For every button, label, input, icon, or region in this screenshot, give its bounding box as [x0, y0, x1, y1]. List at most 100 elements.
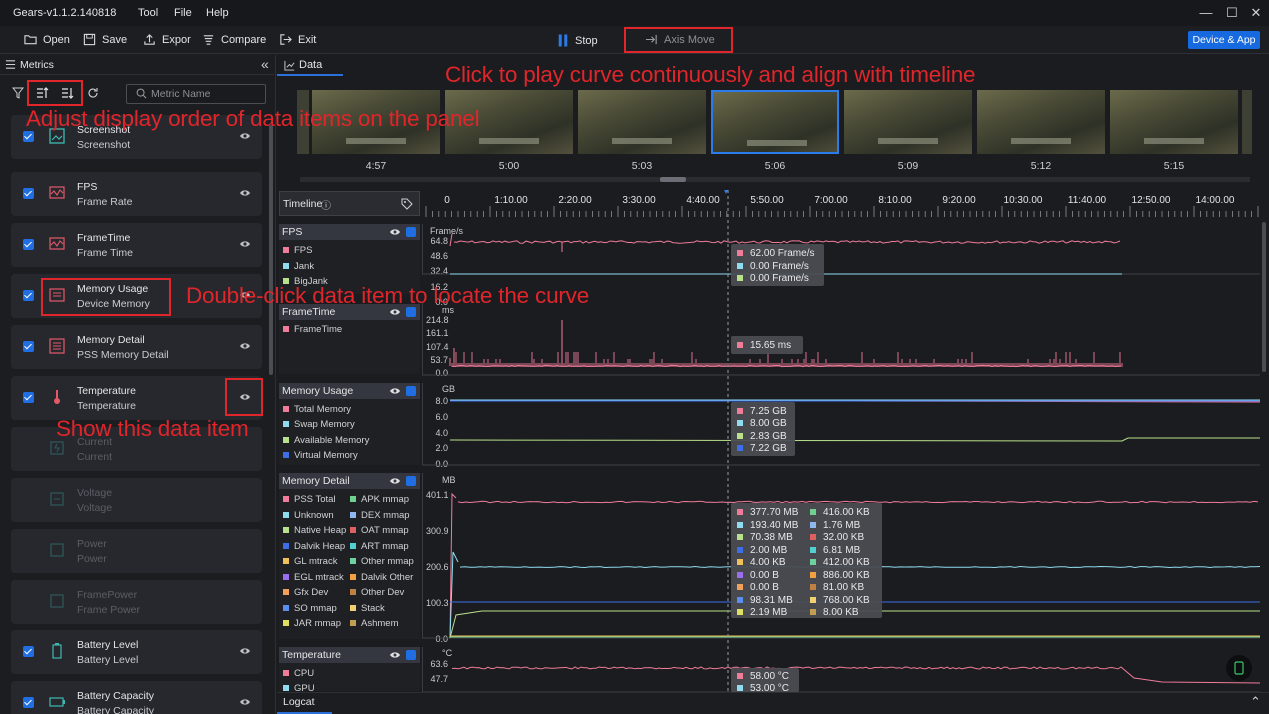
export-button[interactable]: Expor	[143, 33, 191, 46]
compare-icon	[203, 35, 214, 45]
panel-checkbox[interactable]	[406, 476, 416, 486]
memory-detail-legend-item: Stack	[350, 603, 385, 614]
memory-usage-panel-title: Memory Usage	[282, 385, 354, 397]
maximize-icon[interactable]: ☐	[1225, 5, 1239, 21]
panel-checkbox[interactable]	[406, 650, 416, 660]
screenshot-thumb[interactable]	[578, 90, 706, 154]
memory-detail-tooltip-row: 1.76 MB	[810, 520, 860, 531]
eye-icon[interactable]	[239, 187, 251, 199]
battery-capacity-icon	[49, 697, 65, 707]
metric-desc: Screenshot	[77, 139, 131, 151]
memory-detail-tooltip-row: 32.00 KB	[810, 532, 864, 543]
memory-detail-tooltip-row: 377.70 MB	[737, 507, 798, 518]
eye-icon[interactable]	[239, 340, 251, 352]
metric-card-frametime[interactable]: FrameTime Frame Time	[11, 223, 262, 267]
exit-button[interactable]: Exit	[279, 33, 316, 46]
screenshot-thumb[interactable]	[844, 90, 972, 154]
expand-up-icon[interactable]: ⌃	[1250, 694, 1261, 710]
eye-icon[interactable]	[389, 476, 401, 486]
open-button[interactable]: Open	[24, 33, 70, 46]
panel-checkbox[interactable]	[406, 386, 416, 396]
metric-card-framepower[interactable]: FramePower Frame Power	[11, 580, 262, 624]
eye-icon[interactable]	[389, 650, 401, 660]
metric-name: FrameTime	[77, 232, 131, 244]
metric-name: Memory Detail	[77, 334, 145, 346]
device-app-button[interactable]: Device & App	[1188, 31, 1260, 49]
export-icon	[144, 34, 155, 45]
compare-button[interactable]: Compare	[202, 33, 266, 46]
memory-detail-tooltip-row: 6.81 MB	[810, 545, 860, 556]
minimize-icon[interactable]: —	[1199, 5, 1213, 20]
screenshot-thumb[interactable]	[977, 90, 1105, 154]
metric-card-voltage[interactable]: Voltage Voltage	[11, 478, 262, 522]
annotation-order: Adjust display order of data items on th…	[26, 106, 480, 131]
device-float-button[interactable]	[1226, 655, 1252, 681]
tab-logcat[interactable]: Logcat	[283, 696, 315, 708]
screenshot-thumb-selected[interactable]	[711, 90, 839, 154]
menu-tool[interactable]: Tool	[138, 7, 158, 19]
menu-file[interactable]: File	[174, 7, 192, 19]
metric-checkbox[interactable]	[23, 188, 34, 199]
pause-icon	[558, 34, 568, 47]
screenshot-time: 4:57	[365, 160, 387, 172]
save-label: Save	[102, 33, 128, 46]
metric-name: Power	[77, 538, 107, 550]
memory-detail-legend-item: SO mmap	[283, 603, 337, 614]
metric-checkbox[interactable]	[23, 646, 34, 657]
metric-card-battery-capacity[interactable]: Battery Capacity Battery Capacity	[11, 681, 262, 714]
metric-checkbox[interactable]	[23, 131, 34, 142]
phone-icon	[1234, 661, 1244, 675]
collapse-sidebar-icon[interactable]: «	[261, 56, 269, 72]
memory-detail-legend-item: DEX mmap	[350, 510, 410, 521]
memory-detail-tooltip-row: 416.00 KB	[810, 507, 870, 518]
memory-detail-legend-item: Unknown	[283, 510, 334, 521]
tag-icon[interactable]	[401, 198, 413, 210]
fps-tooltip-row: 0.00 Frame/s	[737, 261, 809, 272]
eye-icon[interactable]	[239, 696, 251, 708]
metric-name: Battery Level	[77, 639, 139, 651]
memory-detail-tooltip-row: 193.40 MB	[737, 520, 798, 531]
metric-search-input[interactable]: Metric Name	[126, 84, 266, 104]
metric-checkbox[interactable]	[23, 341, 34, 352]
metric-checkbox[interactable]	[23, 392, 34, 403]
metric-checkbox[interactable]	[23, 697, 34, 708]
memory-detail-tooltip-row: 81.00 KB	[810, 582, 864, 593]
screenshot-thumb[interactable]	[1110, 90, 1238, 154]
screenshot-scrollbar-thumb[interactable]	[660, 177, 686, 182]
memory-detail-tooltip-row: 412.00 KB	[810, 557, 870, 568]
refresh-icon[interactable]	[87, 87, 99, 99]
info-icon[interactable]: ⓘ	[321, 197, 331, 212]
sidebar-title: Metrics	[20, 59, 54, 71]
stop-button[interactable]: Stop	[557, 33, 598, 48]
panel-checkbox[interactable]	[406, 227, 416, 237]
save-button[interactable]: Save	[83, 33, 127, 46]
screenshot-scrollbar-track[interactable]	[300, 177, 1250, 182]
metric-checkbox[interactable]	[23, 290, 34, 301]
metric-card-power[interactable]: Power Power	[11, 529, 262, 573]
legend-frametime: FrameTime	[283, 324, 342, 335]
menu-help[interactable]: Help	[206, 7, 229, 19]
metric-card-fps[interactable]: FPS Frame Rate	[11, 172, 262, 216]
metric-card-battery-level[interactable]: Battery Level Battery Level	[11, 630, 262, 674]
screenshot-thumb-partial	[1242, 90, 1252, 154]
eye-icon[interactable]	[239, 645, 251, 657]
annotation-show: Show this data item	[56, 416, 249, 441]
memory-usage-tooltip-row: 8.00 GB	[737, 418, 787, 429]
metric-checkbox[interactable]	[23, 239, 34, 250]
memory-detail-legend-item: Dalvik Heap	[283, 541, 345, 552]
eye-icon[interactable]	[389, 386, 401, 396]
charts-scrollbar[interactable]	[1262, 222, 1266, 372]
eye-icon[interactable]	[389, 227, 401, 237]
annotation-box-axis-move	[624, 27, 733, 53]
metric-desc: Current	[77, 451, 113, 463]
eye-icon[interactable]	[239, 238, 251, 250]
metric-card-memory-detail[interactable]: Memory Detail PSS Memory Detail	[11, 325, 262, 369]
close-icon[interactable]: ✕	[1249, 5, 1263, 21]
sidebar-scrollbar[interactable]	[269, 125, 273, 375]
memory-detail-legend-item: Dalvik Other	[350, 572, 413, 583]
memory-usage-tooltip-row: 2.83 GB	[737, 431, 787, 442]
memory-detail-icon	[49, 338, 65, 354]
open-label: Open	[43, 33, 70, 46]
legend-fps: FPS	[283, 245, 312, 256]
filter-icon[interactable]	[12, 87, 24, 99]
